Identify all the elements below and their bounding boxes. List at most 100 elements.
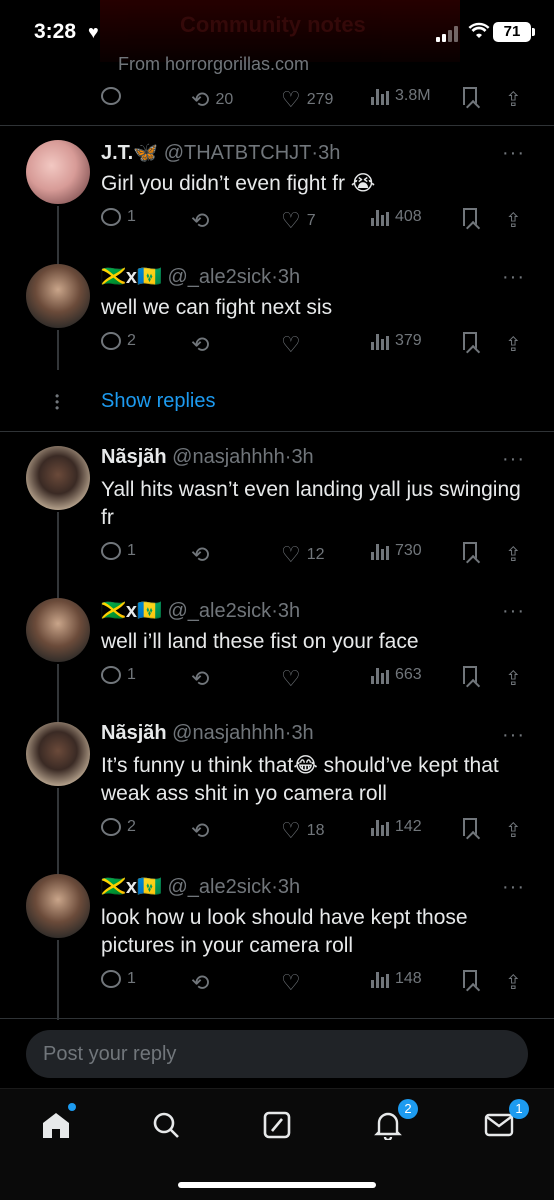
bookmark-button[interactable] <box>463 332 477 350</box>
reply-button[interactable]: 1 <box>101 208 136 226</box>
views-button[interactable]: 3.8M <box>371 87 431 105</box>
tweet-header: J.T.🦋 @THATBTCHJT·3h <box>101 142 341 164</box>
heart-icon: ♡ <box>281 970 301 995</box>
reply-button[interactable]: 1 <box>101 666 136 684</box>
like-button[interactable]: ♡ <box>281 332 301 358</box>
display-name[interactable]: J.T.🦋 <box>101 142 158 164</box>
share-button[interactable]: ⇪ <box>505 87 522 112</box>
handle[interactable]: @_ale2sick <box>168 876 272 898</box>
reply-button[interactable]: 1 <box>101 970 136 988</box>
avatar[interactable] <box>26 598 90 662</box>
home-indicator[interactable] <box>178 1182 376 1188</box>
retweet-button[interactable]: ⟲ <box>191 332 209 358</box>
share-button[interactable]: ⇪ <box>505 818 522 843</box>
thread-line <box>57 206 59 268</box>
bookmark-button[interactable] <box>463 87 477 105</box>
more-options-icon[interactable]: ··· <box>502 600 525 623</box>
like-button[interactable]: ♡ <box>281 666 301 692</box>
more-options-icon[interactable]: ··· <box>502 448 525 471</box>
timestamp: 3h <box>291 722 314 744</box>
tab-search[interactable] <box>148 1107 184 1143</box>
display-name[interactable]: 🇯🇲x🇻🇨 <box>101 600 162 622</box>
avatar[interactable] <box>26 874 90 938</box>
retweet-button[interactable]: ⟲ 20 <box>191 87 233 113</box>
retweet-button[interactable]: ⟲ <box>191 542 209 568</box>
reply-composer[interactable] <box>26 1030 528 1078</box>
like-button[interactable]: ♡ 12 <box>281 542 325 568</box>
share-button[interactable]: ⇪ <box>505 970 522 995</box>
avatar[interactable] <box>26 722 90 786</box>
avatar[interactable] <box>26 140 90 204</box>
avatar[interactable] <box>26 264 90 328</box>
retweet-button[interactable]: ⟲ <box>191 970 209 996</box>
reply-button[interactable]: 2 <box>101 818 136 836</box>
like-button[interactable]: ♡ 7 <box>281 208 316 234</box>
tab-notifications[interactable]: 2 <box>370 1099 418 1143</box>
share-button[interactable]: ⇪ <box>505 666 522 691</box>
reply-button[interactable]: 1 <box>101 542 136 560</box>
bookmark-button[interactable] <box>463 970 477 988</box>
display-name[interactable]: Nãsjãh <box>101 722 167 744</box>
share-button[interactable]: ⇪ <box>505 542 522 567</box>
retweet-button[interactable]: ⟲ <box>191 818 209 844</box>
bookmark-button[interactable] <box>463 542 477 560</box>
avatar[interactable] <box>26 446 90 510</box>
views-button[interactable]: 730 <box>371 542 422 560</box>
link-card-domain[interactable]: From horrorgorillas.com <box>118 54 309 75</box>
bookmark-icon <box>463 970 477 988</box>
like-count: 18 <box>306 822 325 839</box>
bookmark-button[interactable] <box>463 666 477 684</box>
bookmark-button[interactable] <box>463 208 477 226</box>
show-replies-link[interactable]: Show replies <box>101 390 216 413</box>
like-count: 7 <box>306 212 316 229</box>
handle[interactable]: @_ale2sick <box>168 600 272 622</box>
share-icon: ⇪ <box>505 544 522 566</box>
reply-button[interactable]: 2 <box>101 332 136 350</box>
more-options-icon[interactable]: ··· <box>502 876 525 899</box>
more-options-icon[interactable]: ··· <box>502 266 525 289</box>
tweet-actions: 2 ⟲ ♡ 379 ⇪ <box>101 332 531 358</box>
display-name[interactable]: Nãsjãh <box>101 446 167 468</box>
bookmark-icon <box>463 666 477 684</box>
timestamp: 3h <box>277 876 301 898</box>
banner-text: Community notes <box>180 12 366 37</box>
reply-button[interactable] <box>101 87 121 105</box>
views-count: 663 <box>395 666 422 683</box>
display-name[interactable]: 🇯🇲x🇻🇨 <box>101 876 162 898</box>
handle[interactable]: @_ale2sick <box>168 266 272 288</box>
views-button[interactable]: 408 <box>371 208 422 226</box>
tab-home[interactable] <box>38 1103 76 1143</box>
retweet-button[interactable]: ⟲ <box>191 208 209 234</box>
like-button[interactable]: ♡ 279 <box>281 87 333 113</box>
reply-icon <box>101 87 121 105</box>
handle[interactable]: @nasjahhhh <box>172 722 285 744</box>
more-options-icon[interactable]: ··· <box>502 724 525 747</box>
tab-grok[interactable] <box>259 1107 295 1143</box>
bookmark-button[interactable] <box>463 818 477 836</box>
views-button[interactable]: 379 <box>371 332 422 350</box>
share-button[interactable]: ⇪ <box>505 208 522 233</box>
tweet-header: 🇯🇲x🇻🇨 @_ale2sick·3h <box>101 600 301 622</box>
display-name[interactable]: 🇯🇲x🇻🇨 <box>101 266 162 288</box>
tab-messages[interactable]: 1 <box>481 1099 529 1143</box>
views-button[interactable]: 142 <box>371 818 422 836</box>
retweet-button[interactable]: ⟲ <box>191 666 209 692</box>
share-button[interactable]: ⇪ <box>505 332 522 357</box>
heart-icon: ♡ <box>281 87 301 112</box>
views-count: 142 <box>395 818 422 835</box>
views-button[interactable]: 663 <box>371 666 422 684</box>
handle[interactable]: @nasjahhhh <box>172 446 285 468</box>
like-button[interactable]: ♡ <box>281 970 301 996</box>
heart-icon: ♡ <box>281 818 301 843</box>
tweet-header: 🇯🇲x🇻🇨 @_ale2sick·3h <box>101 266 301 288</box>
reply-count: 1 <box>127 208 136 225</box>
bell-icon <box>374 1112 402 1140</box>
timestamp: 3h <box>277 266 301 288</box>
reply-input[interactable] <box>26 1030 528 1078</box>
more-options-icon[interactable]: ··· <box>502 142 525 165</box>
tweet-actions: 2 ⟲ ♡ 18 142 ⇪ <box>101 818 531 844</box>
views-icon <box>371 208 389 226</box>
like-button[interactable]: ♡ 18 <box>281 818 325 844</box>
handle[interactable]: @THATBTCHJT <box>164 142 312 164</box>
views-button[interactable]: 148 <box>371 970 422 988</box>
